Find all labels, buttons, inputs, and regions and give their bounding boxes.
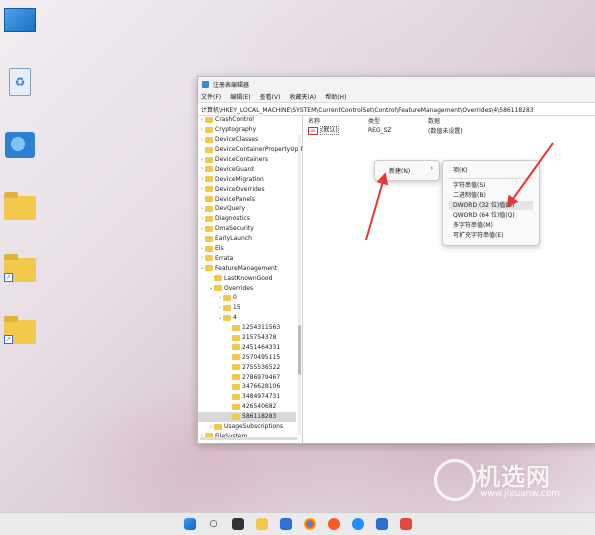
watermark-logo-icon	[434, 459, 476, 501]
app-icon[interactable]	[399, 518, 412, 530]
store-icon[interactable]	[279, 518, 292, 530]
watermark: 机选网 www.jixuanw.com	[420, 455, 590, 515]
chrome-icon[interactable]	[303, 518, 316, 530]
task-view-icon[interactable]	[231, 518, 244, 530]
arrow-to-new	[365, 172, 389, 241]
taskbar: ○	[0, 512, 595, 535]
media-icon[interactable]	[351, 518, 364, 530]
search-icon[interactable]: ○	[208, 518, 220, 530]
browser-icon[interactable]	[327, 518, 340, 530]
start-icon[interactable]	[183, 518, 196, 530]
file-explorer-icon[interactable]	[255, 518, 268, 530]
arrow-to-dword	[506, 142, 554, 208]
watermark-text: 机选网	[476, 463, 551, 491]
regedit-taskbar-icon[interactable]	[375, 518, 388, 530]
watermark-url: www.jixuanw.com	[480, 489, 560, 499]
